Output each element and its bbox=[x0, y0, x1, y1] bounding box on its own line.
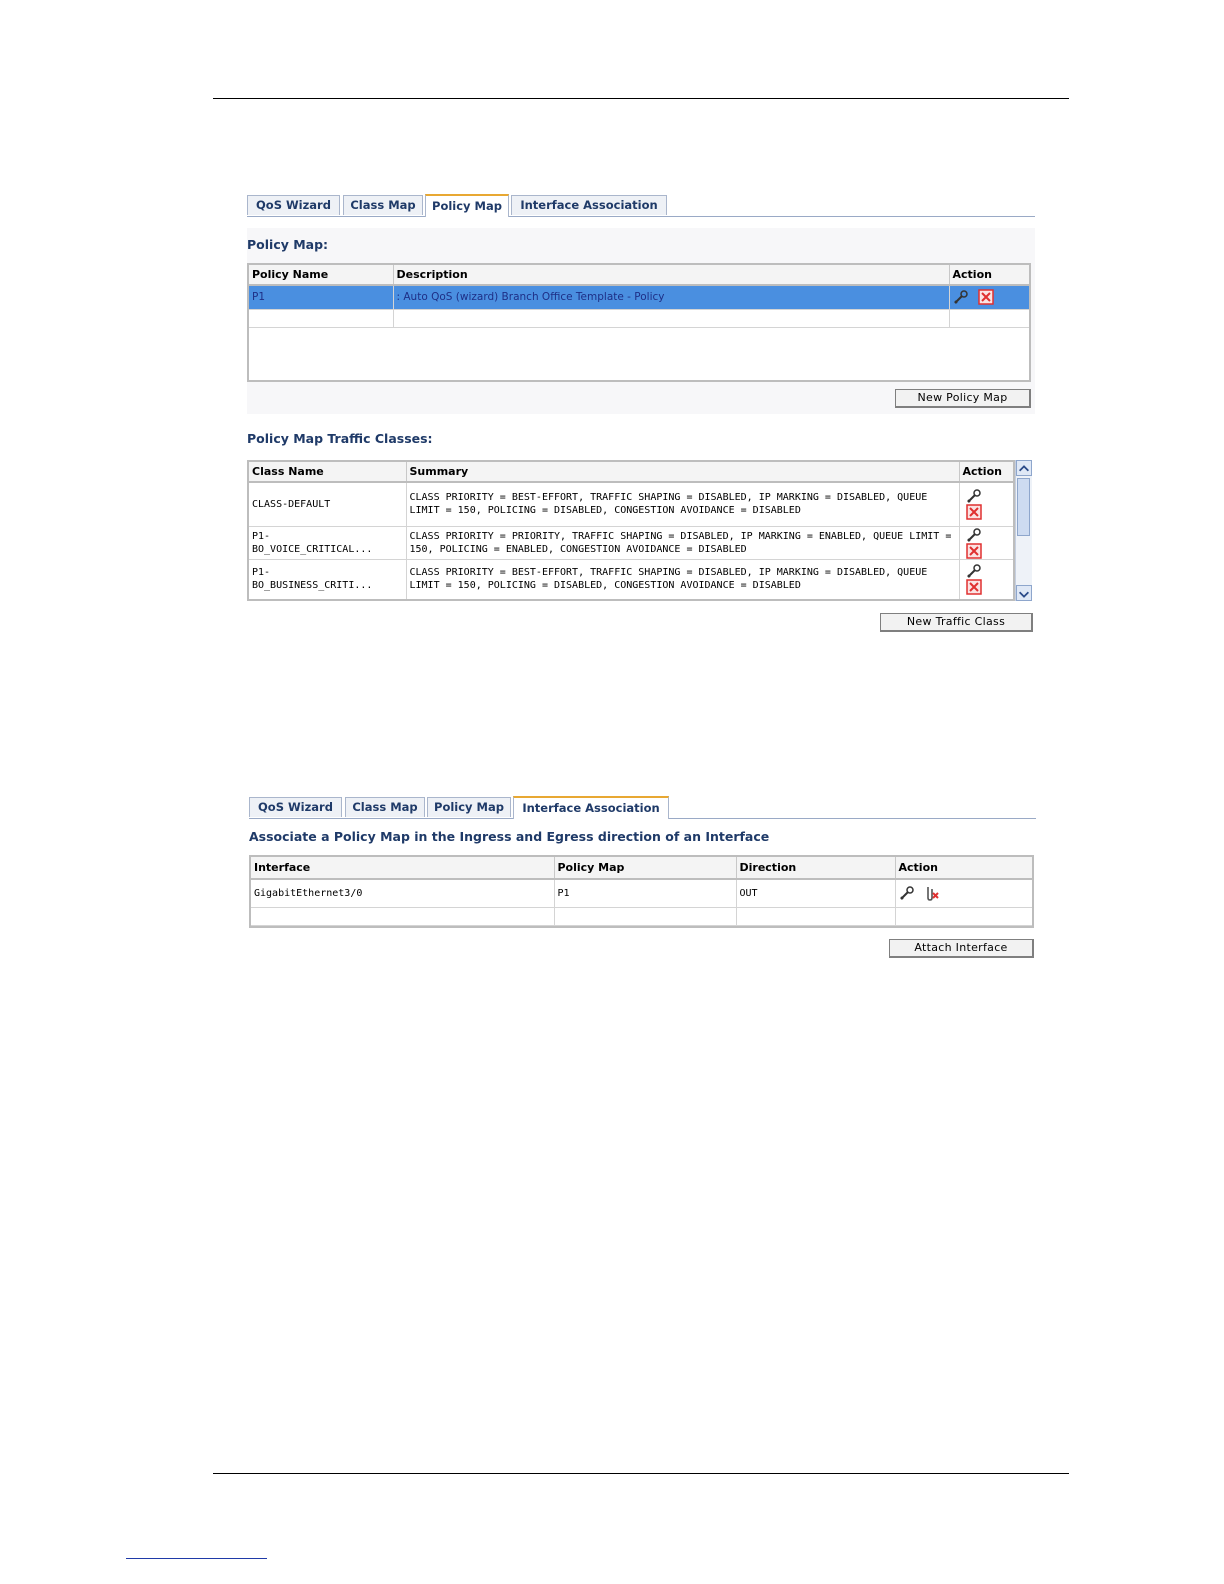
detach-interface-icon[interactable] bbox=[924, 885, 940, 902]
edit-wrench-icon[interactable] bbox=[966, 563, 982, 579]
tab-policy-map[interactable]: Policy Map bbox=[425, 194, 509, 217]
header-rule bbox=[213, 98, 1069, 99]
tab-policy-map[interactable]: Policy Map bbox=[427, 797, 511, 817]
action-cell bbox=[949, 285, 1029, 310]
new-traffic-class-button[interactable]: New Traffic Class bbox=[880, 613, 1033, 632]
direction-cell: OUT bbox=[736, 879, 896, 908]
col-description[interactable]: Description bbox=[393, 265, 950, 286]
edit-wrench-icon[interactable] bbox=[899, 885, 915, 901]
delete-x-icon[interactable] bbox=[965, 542, 982, 559]
scroll-down-arrow-icon[interactable] bbox=[1016, 585, 1032, 601]
table-row-empty bbox=[251, 907, 1032, 926]
scroll-up-arrow-icon[interactable] bbox=[1016, 460, 1032, 476]
interface-cell: GigabitEthernet3/0 bbox=[251, 879, 555, 908]
col-direction[interactable]: Direction bbox=[736, 857, 896, 880]
description-cell: : Auto QoS (wizard) Branch Office Templa… bbox=[393, 285, 950, 310]
summary-cell: CLASS PRIORITY = BEST-EFFORT, TRAFFIC SH… bbox=[406, 559, 960, 599]
table-row[interactable]: CLASS-DEFAULT CLASS PRIORITY = BEST-EFFO… bbox=[249, 482, 1013, 527]
action-cell bbox=[895, 879, 1032, 908]
policy-map-cell: P1 bbox=[554, 879, 737, 908]
scroll-thumb[interactable] bbox=[1017, 478, 1030, 536]
table-row-empty bbox=[249, 309, 1029, 328]
table-row[interactable]: GigabitEthernet3/0 P1 OUT bbox=[251, 879, 1032, 908]
tab-bar-bottom: QoS Wizard Class Map Policy Map Interfac… bbox=[249, 796, 1036, 819]
col-policy-map[interactable]: Policy Map bbox=[554, 857, 737, 880]
attach-interface-button[interactable]: Attach Interface bbox=[889, 939, 1034, 958]
footnote-link-underline bbox=[126, 1558, 267, 1559]
action-cell bbox=[959, 526, 1013, 560]
interface-association-title: Associate a Policy Map in the Ingress an… bbox=[249, 829, 770, 844]
edit-wrench-icon[interactable] bbox=[966, 527, 982, 543]
policy-map-title: Policy Map: bbox=[247, 237, 329, 252]
action-cell bbox=[959, 482, 1013, 527]
summary-cell: CLASS PRIORITY = BEST-EFFORT, TRAFFIC SH… bbox=[406, 482, 960, 527]
tab-qos-wizard[interactable]: QoS Wizard bbox=[249, 797, 342, 817]
edit-wrench-icon[interactable] bbox=[953, 289, 969, 305]
col-action[interactable]: Action bbox=[949, 265, 1029, 286]
tab-class-map[interactable]: Class Map bbox=[343, 195, 423, 215]
col-interface[interactable]: Interface bbox=[251, 857, 555, 880]
tab-class-map[interactable]: Class Map bbox=[345, 797, 425, 817]
traffic-classes-scrollbar[interactable] bbox=[1015, 460, 1032, 601]
tab-interface-association[interactable]: Interface Association bbox=[511, 195, 667, 215]
col-summary[interactable]: Summary bbox=[406, 462, 960, 483]
summary-cell: CLASS PRIORITY = PRIORITY, TRAFFIC SHAPI… bbox=[406, 526, 960, 560]
tab-qos-wizard[interactable]: QoS Wizard bbox=[247, 195, 340, 215]
traffic-classes-title: Policy Map Traffic Classes: bbox=[247, 431, 433, 446]
col-class-name[interactable]: Class Name bbox=[249, 462, 407, 483]
interface-association-table: Interface Policy Map Direction Action Gi… bbox=[249, 855, 1034, 928]
policy-name-cell: P1 bbox=[249, 285, 394, 310]
class-name-cell: CLASS-DEFAULT bbox=[249, 482, 407, 527]
table-row[interactable]: P1 : Auto QoS (wizard) Branch Office Tem… bbox=[249, 285, 1029, 310]
footer-rule bbox=[213, 1473, 1069, 1474]
class-name-cell: P1- BO_BUSINESS_CRITI... bbox=[249, 559, 407, 599]
new-policy-map-button[interactable]: New Policy Map bbox=[895, 389, 1031, 408]
traffic-classes-table: Class Name Summary Action CLASS-DEFAULT … bbox=[247, 460, 1015, 601]
tab-interface-association[interactable]: Interface Association bbox=[513, 796, 669, 819]
edit-wrench-icon[interactable] bbox=[966, 488, 982, 504]
col-action[interactable]: Action bbox=[959, 462, 1013, 483]
col-action[interactable]: Action bbox=[895, 857, 1032, 880]
delete-x-icon[interactable] bbox=[965, 579, 982, 595]
class-name-cell: P1- BO_VOICE_CRITICAL... bbox=[249, 526, 407, 560]
col-policy-name[interactable]: Policy Name bbox=[249, 265, 394, 286]
table-row[interactable]: P1- BO_BUSINESS_CRITI... CLASS PRIORITY … bbox=[249, 559, 1013, 599]
action-cell bbox=[959, 559, 1013, 599]
delete-x-icon[interactable] bbox=[965, 504, 982, 520]
policy-map-table: Policy Name Description Action P1 : Auto… bbox=[247, 263, 1031, 382]
delete-x-icon[interactable] bbox=[978, 289, 994, 305]
tab-bar-top: QoS Wizard Class Map Policy Map Interfac… bbox=[247, 194, 1035, 217]
table-row[interactable]: P1- BO_VOICE_CRITICAL... CLASS PRIORITY … bbox=[249, 526, 1013, 560]
